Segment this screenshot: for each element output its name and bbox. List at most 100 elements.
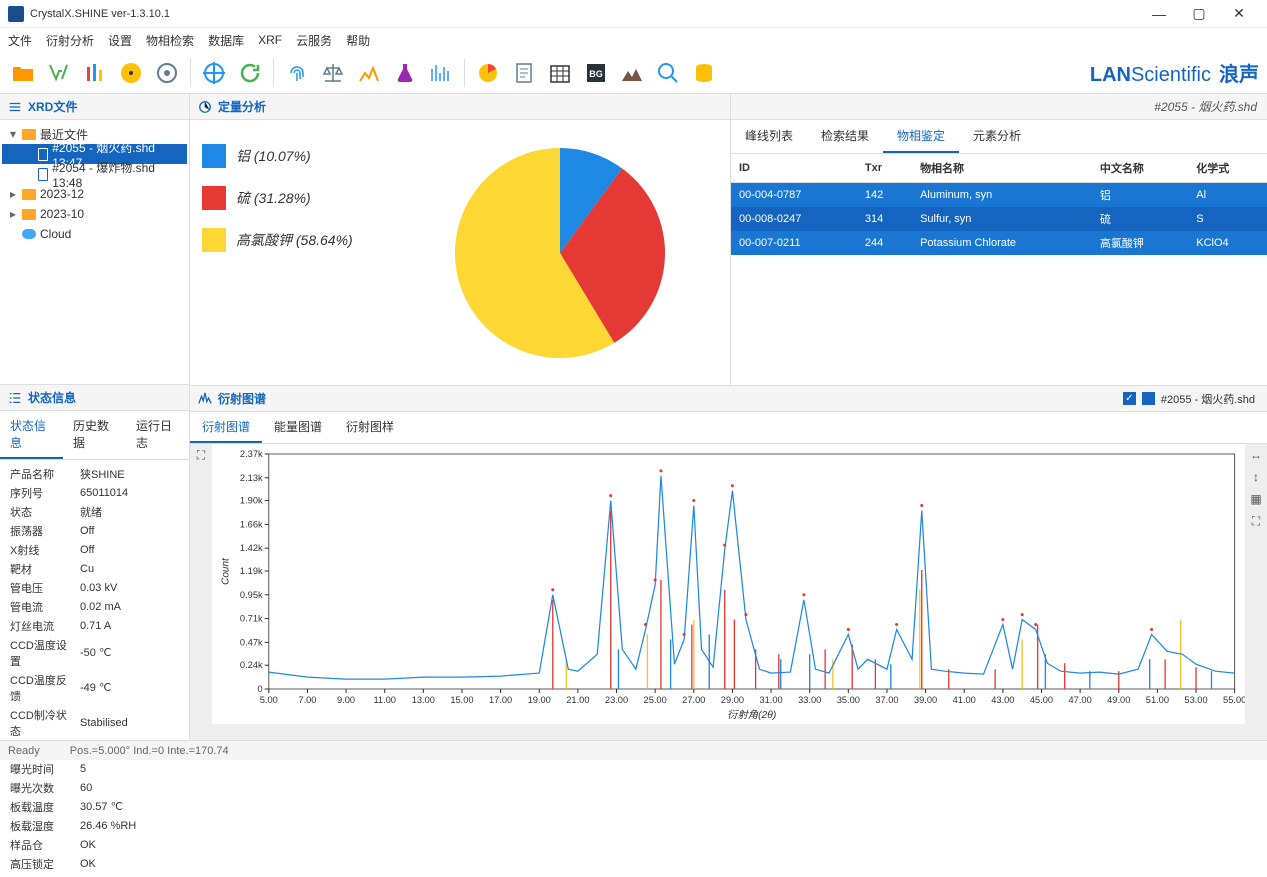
svg-text:49.00: 49.00 (1107, 695, 1130, 705)
menu-phase-search[interactable]: 物相检索 (146, 32, 194, 49)
tool-refresh-button[interactable] (235, 58, 265, 88)
tool-chart-button[interactable] (354, 58, 384, 88)
status-panel: 状态信息 状态信息历史数据运行日志 产品名称狭SHINE序列号65011014状… (0, 384, 189, 877)
status-row: 灯丝电流0.71 A (8, 616, 181, 635)
svg-text:41.00: 41.00 (953, 695, 976, 705)
status-row: CCD温度设置-50 ℃ (8, 635, 181, 670)
move-tool-icon[interactable]: ↔ (1248, 448, 1264, 464)
diff-tab[interactable]: 能量图谱 (262, 412, 334, 443)
svg-text:0.95k: 0.95k (240, 590, 263, 600)
tool-mountains-button[interactable] (617, 58, 647, 88)
open-folder-button[interactable] (8, 58, 38, 88)
menu-xrf[interactable]: XRF (258, 33, 282, 47)
tool-spectrum-button[interactable] (426, 58, 456, 88)
phase-file-label: #2055 - 烟火药.shd (1154, 98, 1257, 115)
close-button[interactable]: ✕ (1219, 2, 1259, 26)
minimize-button[interactable]: — (1139, 2, 1179, 26)
menu-diffraction[interactable]: 衍射分析 (46, 32, 94, 49)
tree-label: 2023-10 (40, 207, 84, 221)
legend-item: 高氯酸钾 (58.64%) (202, 228, 382, 252)
tool-target-button[interactable] (199, 58, 229, 88)
tree-label: #2054 - 爆炸物.shd 13:48 (52, 159, 183, 190)
diff-legend-swatch (1142, 392, 1155, 405)
status-row: X射线Off (8, 540, 181, 559)
phase-row[interactable]: 00-007-0211244Potassium Chlorate高氯酸钾KClO… (731, 231, 1267, 255)
toolbar: BG LANScientific浪声 (0, 52, 1267, 94)
svg-text:37.00: 37.00 (875, 695, 898, 705)
svg-text:47.00: 47.00 (1069, 695, 1092, 705)
diff-tab[interactable]: 衍射图样 (334, 412, 406, 443)
status-bar: Ready Pos.=5.000° Ind.=0 Inte.=170.74 (0, 740, 1267, 760)
diffraction-chart[interactable]: 00.24k0.47k0.71k0.95k1.19k1.42k1.66k1.90… (212, 444, 1245, 724)
menu-settings[interactable]: 设置 (108, 32, 132, 49)
phase-row[interactable]: 00-008-0247314Sulfur, syn硫S (731, 207, 1267, 231)
tree-label: Cloud (40, 227, 71, 241)
svg-text:Count: Count (220, 557, 231, 585)
tool-test-button[interactable] (80, 58, 110, 88)
tool-vx-button[interactable] (44, 58, 74, 88)
file-tree-panel: XRD文件 ▾最近文件#2055 - 烟火药.shd 13:47#2054 - … (0, 94, 189, 384)
svg-text:27.00: 27.00 (682, 695, 705, 705)
status-tab[interactable]: 历史数据 (63, 411, 126, 459)
status-row: 管电流0.02 mA (8, 597, 181, 616)
phase-tab[interactable]: 物相鉴定 (883, 120, 959, 153)
folder-icon (22, 209, 36, 220)
tool-calendar-button[interactable] (545, 58, 575, 88)
phase-tab[interactable]: 检索结果 (807, 120, 883, 153)
svg-text:7.00: 7.00 (298, 695, 316, 705)
legend-item: 硫 (31.28%) (202, 186, 382, 210)
svg-text:2.13k: 2.13k (240, 473, 263, 483)
svg-text:1.90k: 1.90k (240, 496, 263, 506)
tool-radiation-button[interactable] (116, 58, 146, 88)
svg-text:0.47k: 0.47k (240, 638, 263, 648)
tree-item[interactable]: #2054 - 爆炸物.shd 13:48 (2, 164, 187, 184)
menu-bar: 文件 衍射分析 设置 物相检索 数据库 XRF 云服务 帮助 (0, 28, 1267, 52)
tree-item[interactable]: Cloud (2, 224, 187, 244)
tree-item[interactable]: ▸2023-10 (2, 204, 187, 224)
phase-row[interactable]: 00-004-0787142Aluminum, syn铝Al (731, 183, 1267, 208)
tool-fingerprint-button[interactable] (282, 58, 312, 88)
file-icon (38, 168, 49, 181)
zoom-tool-icon[interactable]: ⛶ (193, 448, 209, 464)
app-icon (8, 6, 24, 22)
status-row: CCD制冷状态Stabilised (8, 705, 181, 740)
menu-help[interactable]: 帮助 (346, 32, 370, 49)
tool-magnify-button[interactable] (653, 58, 683, 88)
tool-database-button[interactable] (689, 58, 719, 88)
maximize-button[interactable]: ▢ (1179, 2, 1219, 26)
svg-text:13.00: 13.00 (412, 695, 435, 705)
tool-gear-button[interactable] (152, 58, 182, 88)
phase-tab[interactable]: 峰线列表 (731, 120, 807, 153)
menu-file[interactable]: 文件 (8, 32, 32, 49)
tool-flask-button[interactable] (390, 58, 420, 88)
menu-database[interactable]: 数据库 (208, 32, 244, 49)
status-tab[interactable]: 运行日志 (126, 411, 189, 459)
title-bar: CrystalX.SHINE ver-1.3.10.1 — ▢ ✕ (0, 0, 1267, 28)
status-row: 曝光次数60 (8, 778, 181, 797)
legend-swatch (202, 228, 226, 252)
svg-text:33.00: 33.00 (798, 695, 821, 705)
status-row: CCD温度反馈-49 ℃ (8, 670, 181, 705)
svg-text:9.00: 9.00 (337, 695, 355, 705)
tool-report-button[interactable] (509, 58, 539, 88)
diff-legend-checkbox[interactable]: ✓ (1123, 392, 1136, 405)
status-row: 曝光时间5 (8, 759, 181, 778)
menu-cloud[interactable]: 云服务 (296, 32, 332, 49)
phase-tab[interactable]: 元素分析 (959, 120, 1035, 153)
status-tab[interactable]: 状态信息 (0, 411, 63, 459)
tool-pie-button[interactable] (473, 58, 503, 88)
grid-tool-icon[interactable]: ▦ (1248, 492, 1264, 508)
tool-bg-button[interactable]: BG (581, 58, 611, 88)
folder-icon (22, 129, 36, 140)
svg-text:53.00: 53.00 (1184, 695, 1207, 705)
svg-text:2.37k: 2.37k (240, 449, 263, 459)
file-tree-title: XRD文件 (28, 98, 77, 115)
fullscreen-icon[interactable]: ⛶ (1248, 514, 1264, 530)
tool-balance-button[interactable] (318, 58, 348, 88)
diff-tab[interactable]: 衍射图谱 (190, 412, 262, 443)
horizontal-scrollbar[interactable] (190, 724, 1267, 740)
status-row: 高压锁定OK (8, 854, 181, 873)
diff-title: 衍射图谱 (218, 390, 266, 407)
quant-title: 定量分析 (218, 98, 266, 115)
expand-y-icon[interactable]: ↕ (1248, 470, 1264, 486)
